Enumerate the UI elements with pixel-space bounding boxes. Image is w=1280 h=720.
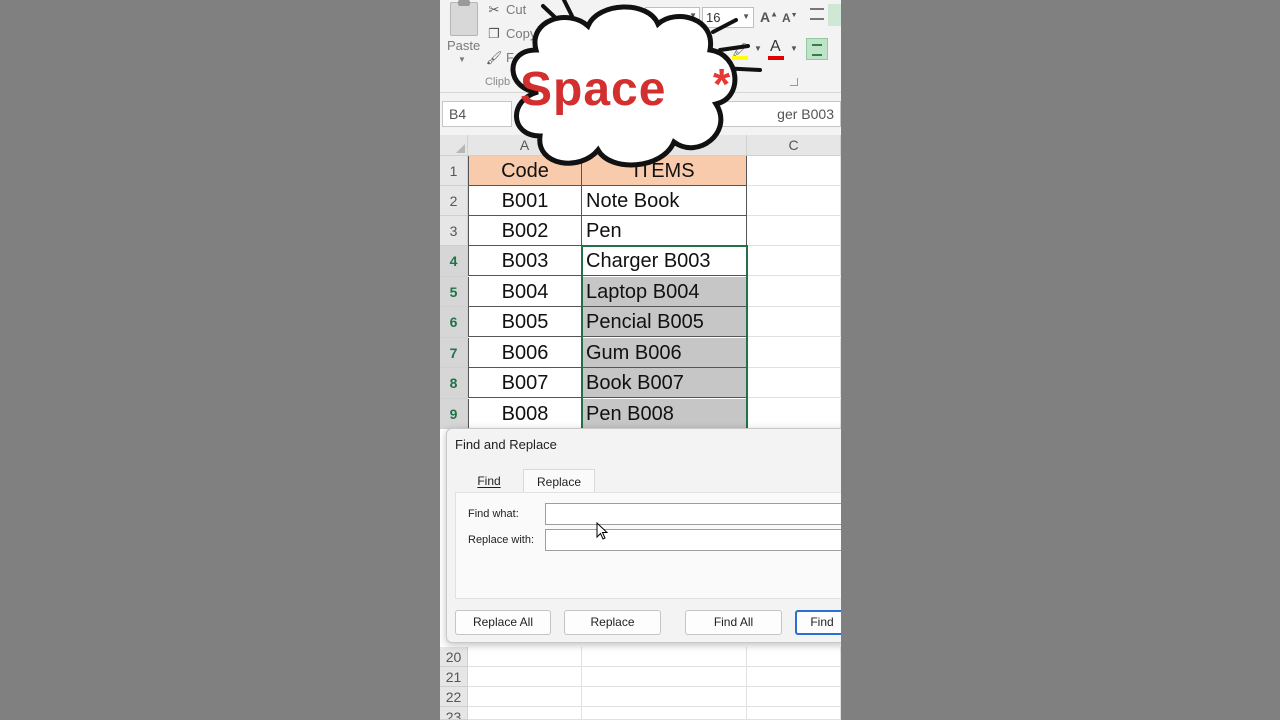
cell[interactable] [582,647,747,667]
replace-with-input[interactable] [545,529,841,551]
row-header[interactable]: 5 [440,277,468,307]
cell-c[interactable] [747,368,841,398]
asterisk-icon: * [713,60,731,109]
cell-c[interactable] [747,399,841,429]
cell-code[interactable]: B003 [468,246,582,276]
font-color-swatch [768,56,784,60]
replace-with-label: Replace with: [468,534,535,546]
row-header[interactable]: 8 [440,368,468,399]
cell-code[interactable]: B006 [468,338,582,368]
tab-find[interactable]: Find [455,469,523,493]
cell-code[interactable]: B004 [468,277,582,307]
row-header[interactable]: 22 [440,687,468,707]
select-all-corner[interactable] [440,135,468,156]
row-header[interactable]: 9 [440,399,468,429]
cell[interactable] [747,647,841,667]
cell-c[interactable] [747,277,841,307]
cell-c[interactable] [747,246,841,276]
active-cell-item[interactable]: Charger B003 [582,246,747,276]
sticker-text: Space [520,63,667,116]
replace-all-button[interactable]: Replace All [455,610,551,635]
cell[interactable] [747,687,841,707]
cell[interactable] [582,667,747,687]
cell[interactable] [747,707,841,720]
replace-panel: Find what: Replace with: [455,492,841,599]
cell-code[interactable]: B007 [468,368,582,398]
mouse-cursor-icon [596,522,609,540]
cell-c[interactable] [747,338,841,368]
cell[interactable] [468,687,582,707]
find-all-button[interactable]: Find All [685,610,782,635]
cell-code[interactable]: B005 [468,307,582,337]
align-left-icon[interactable] [806,38,828,60]
cell[interactable] [582,707,747,720]
cell-item[interactable]: Note Book [582,186,747,216]
row-header[interactable]: 21 [440,667,468,687]
cell-code[interactable]: B008 [468,399,582,429]
paste-button[interactable]: Paste [447,38,480,53]
cell-item[interactable]: Pen [582,216,747,246]
chevron-down-icon[interactable]: ▼ [790,44,798,53]
row-header[interactable]: 1 [440,156,468,186]
cell-code[interactable]: B002 [468,216,582,246]
row-header[interactable]: 2 [440,186,468,216]
dialog-title: Find and Replace [455,437,557,452]
font-color-icon[interactable]: A [770,38,781,56]
tab-replace[interactable]: Replace [523,469,595,493]
wrap-text-icon[interactable] [828,4,841,26]
row-header[interactable]: 20 [440,647,468,667]
cell[interactable] [468,667,582,687]
cell-c[interactable] [747,216,841,246]
paste-dropdown-icon[interactable]: ▼ [458,55,466,64]
row-header[interactable]: 23 [440,707,468,720]
align-top-icon[interactable] [810,8,824,20]
cell[interactable] [468,707,582,720]
cell-item[interactable]: Gum B006 [582,338,747,368]
row-header[interactable]: 4 [440,246,468,277]
decrease-font-size-icon[interactable]: A▼ [782,11,798,25]
find-next-button[interactable]: Find [795,610,841,635]
cell-item[interactable]: Pencial B005 [582,307,747,337]
find-what-label: Find what: [468,508,519,520]
replace-button[interactable]: Replace [564,610,661,635]
cell-code[interactable]: B001 [468,186,582,216]
find-what-input[interactable] [545,503,841,525]
find-replace-dialog: Find and Replace Find Replace Find what:… [446,428,841,643]
cell-c[interactable] [747,186,841,216]
cell-item[interactable]: Pen B008 [582,399,747,429]
cell-item[interactable]: Laptop B004 [582,277,747,307]
cell[interactable] [747,667,841,687]
row-header[interactable]: 7 [440,338,468,368]
cell-item[interactable]: Book B007 [582,368,747,398]
row-header[interactable]: 6 [440,307,468,338]
row-header[interactable]: 3 [440,216,468,246]
dialog-launcher-icon[interactable] [790,78,798,86]
cell[interactable] [582,687,747,707]
paste-icon[interactable] [450,0,478,36]
cell-c[interactable] [747,307,841,337]
cell[interactable] [468,647,582,667]
